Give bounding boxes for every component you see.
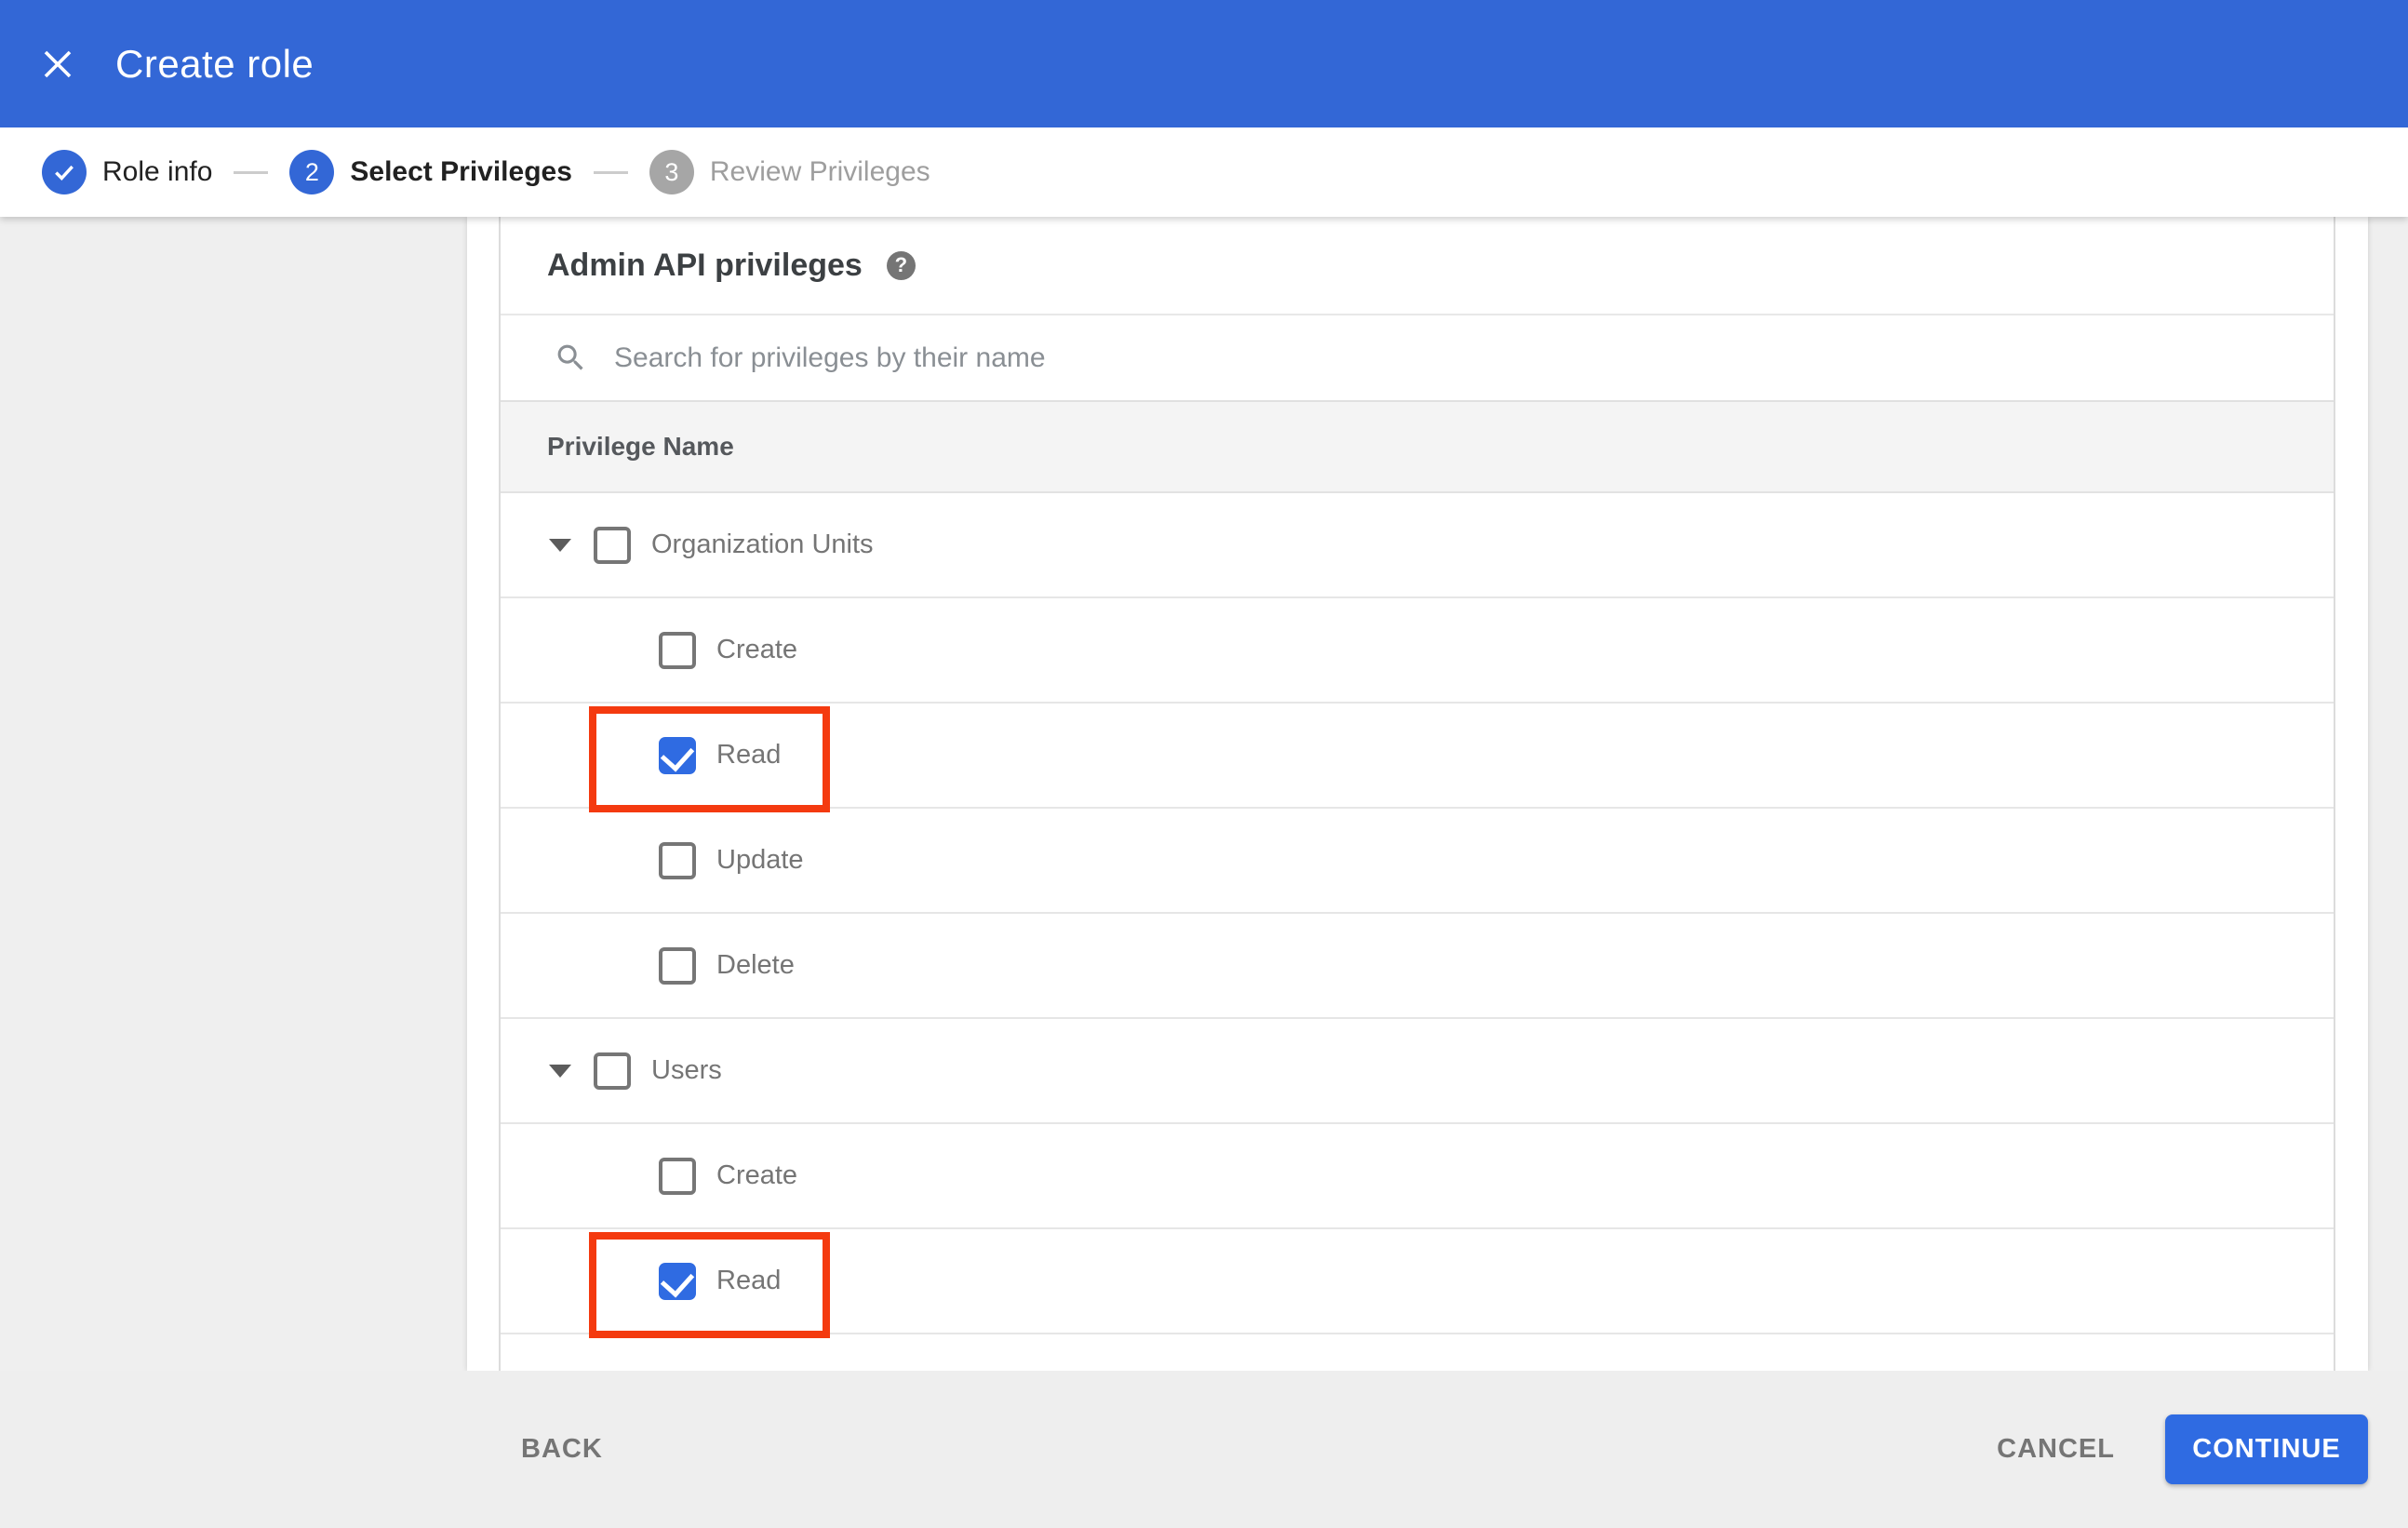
cancel-button[interactable]: CANCEL (1997, 1434, 2115, 1465)
privilege-row: Create (501, 1124, 2334, 1229)
step-select-privileges[interactable]: 2 Select Privileges (289, 150, 572, 194)
help-icon[interactable]: ? (886, 250, 916, 280)
expand-arrow-icon[interactable] (549, 1064, 571, 1078)
appbar: Create role (0, 0, 2408, 127)
content-card: Admin API privileges ? Privilege Name Or… (467, 217, 2368, 1371)
step-label: Role info (102, 156, 213, 187)
back-button[interactable]: BACK (521, 1434, 603, 1465)
privilege-checkbox[interactable] (659, 946, 696, 985)
stepper: Role info 2 Select Privileges 3 Review P… (0, 127, 2408, 217)
page-title: Create role (115, 41, 314, 86)
panel-title: Admin API privileges (547, 247, 863, 283)
privilege-checkbox[interactable] (659, 841, 696, 879)
step-complete-check-icon (42, 150, 87, 194)
highlight-annotation-box (589, 706, 830, 812)
panel-header: Admin API privileges ? (501, 217, 2334, 314)
step-connector (593, 170, 628, 174)
privilege-checkbox[interactable] (594, 1052, 631, 1090)
privilege-label: Users (651, 1055, 722, 1085)
step-label: Select Privileges (350, 156, 572, 187)
footer-bar: BACK CANCEL CONTINUE (0, 1371, 2408, 1528)
privilege-row: Organization Units (501, 493, 2334, 598)
step-number-badge: 3 (649, 150, 694, 194)
step-review-privileges[interactable]: 3 Review Privileges (649, 150, 930, 194)
step-role-info[interactable]: Role info (42, 150, 212, 194)
highlight-annotation-box (589, 1232, 830, 1338)
privilege-row: Create (501, 598, 2334, 704)
step-connector (234, 170, 269, 174)
close-icon[interactable] (28, 34, 87, 94)
privilege-row: Update (501, 809, 2334, 914)
footer-actions: CANCEL CONTINUE (1997, 1414, 2368, 1484)
privilege-label: Delete (716, 950, 795, 980)
privilege-label: Create (716, 635, 798, 664)
privilege-label: Update (716, 845, 804, 875)
privilege-label: Organization Units (651, 529, 874, 559)
column-header-row: Privilege Name (501, 400, 2334, 493)
privileges-table: Admin API privileges ? Privilege Name Or… (499, 217, 2335, 1371)
column-header-label: Privilege Name (547, 432, 734, 461)
privilege-search-input[interactable] (614, 342, 2010, 374)
privilege-label: Read (716, 1266, 782, 1295)
privilege-row: Read (501, 704, 2334, 812)
continue-button[interactable]: CONTINUE (2165, 1414, 2368, 1484)
step-label: Review Privileges (709, 156, 930, 187)
privilege-checkbox[interactable] (659, 736, 696, 774)
privilege-row: Read (501, 1229, 2334, 1338)
search-icon (557, 344, 583, 370)
privilege-row: Delete (501, 914, 2334, 1019)
privilege-checkbox[interactable] (659, 631, 696, 669)
privilege-checkbox[interactable] (659, 1157, 696, 1195)
expand-arrow-icon[interactable] (549, 538, 571, 552)
privilege-label: Read (716, 740, 782, 770)
privilege-checkbox[interactable] (594, 526, 631, 564)
privilege-row: Users (501, 1019, 2334, 1124)
step-number-badge: 2 (289, 150, 335, 194)
privilege-label: Create (716, 1160, 798, 1190)
search-row (501, 314, 2334, 400)
close-icon-glyph (44, 50, 72, 77)
privilege-rows: Organization Units Create Read Update Delete… (501, 493, 2334, 1338)
privilege-checkbox[interactable] (659, 1262, 696, 1300)
